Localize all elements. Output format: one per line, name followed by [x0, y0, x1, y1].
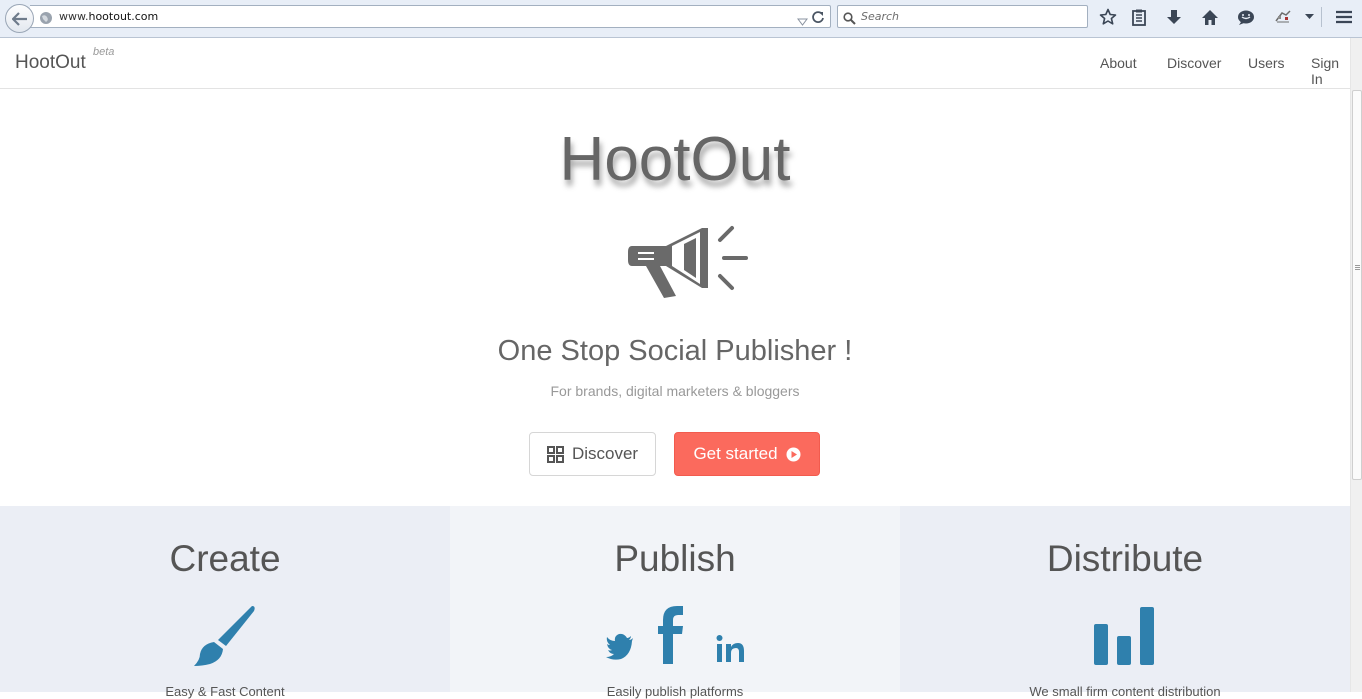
- home-icon[interactable]: [1200, 7, 1220, 27]
- feature-title: Distribute: [1046, 538, 1204, 579]
- grid-icon: [546, 445, 564, 463]
- social-icons: [606, 606, 744, 664]
- get-started-button[interactable]: Get started: [674, 432, 820, 476]
- paintbrush-icon: [194, 606, 255, 666]
- site-navbar: HootOut beta About Discover Users Sign I…: [0, 38, 1350, 89]
- brand-logo[interactable]: HootOut: [15, 52, 86, 74]
- globe-icon: [39, 10, 53, 29]
- play-circle-icon: [786, 447, 801, 461]
- facebook-icon: [658, 606, 683, 664]
- browser-toolbar: www.hootout.com Search: [0, 0, 1362, 38]
- history-dropdown-icon[interactable]: [797, 11, 808, 30]
- address-text: www.hootout.com: [59, 10, 159, 23]
- bar-chart-icon: [1094, 607, 1154, 665]
- chat-icon[interactable]: [1236, 7, 1256, 27]
- nav-link-sign-in[interactable]: Sign In: [1311, 55, 1350, 87]
- address-bar[interactable]: www.hootout.com: [30, 5, 831, 28]
- reload-icon[interactable]: [811, 9, 825, 28]
- nav-link-discover[interactable]: Discover: [1167, 55, 1221, 71]
- nav-link-users[interactable]: Users: [1248, 55, 1285, 71]
- page-scrollbar[interactable]: [1350, 38, 1362, 692]
- discover-button-label: Discover: [571, 444, 639, 463]
- addon-icon[interactable]: [1273, 7, 1293, 27]
- discover-button[interactable]: Discover: [529, 432, 656, 476]
- search-bar[interactable]: Search: [837, 5, 1088, 28]
- search-placeholder: Search: [861, 10, 900, 23]
- hero-section: HootOut One Stop Social Publisher ! For …: [0, 89, 1350, 506]
- linkedin-icon: [716, 635, 744, 662]
- search-icon: [843, 10, 856, 29]
- feature-distribute: Distribute We small firm content distrib…: [900, 506, 1350, 699]
- feature-publish: Publish Easily publish platforms: [450, 506, 900, 699]
- nav-link-about[interactable]: About: [1100, 55, 1137, 71]
- hero-title: HootOut: [559, 125, 791, 194]
- hero-tagline: One Stop Social Publisher !: [497, 335, 853, 367]
- back-button[interactable]: [5, 4, 34, 33]
- feature-title: Create: [169, 538, 281, 579]
- download-icon[interactable]: [1164, 7, 1184, 27]
- get-started-label: Get started: [693, 444, 778, 463]
- back-arrow-icon: [11, 11, 27, 26]
- addon-dropdown-icon[interactable]: [1299, 7, 1319, 27]
- bookmarks-list-icon[interactable]: [1129, 7, 1149, 27]
- feature-create: Create Easy & Fast Content: [0, 506, 450, 699]
- scrollbar-thumb[interactable]: [1352, 90, 1362, 480]
- hero-subtitle: For brands, digital marketers & bloggers: [550, 383, 800, 399]
- menu-icon[interactable]: [1334, 7, 1354, 27]
- megaphone-icon: [628, 226, 748, 298]
- bookmark-star-icon[interactable]: [1098, 7, 1118, 27]
- beta-badge: beta: [93, 46, 115, 58]
- feature-title: Publish: [614, 538, 736, 579]
- twitter-icon: [606, 633, 633, 660]
- toolbar-separator: [1321, 7, 1322, 27]
